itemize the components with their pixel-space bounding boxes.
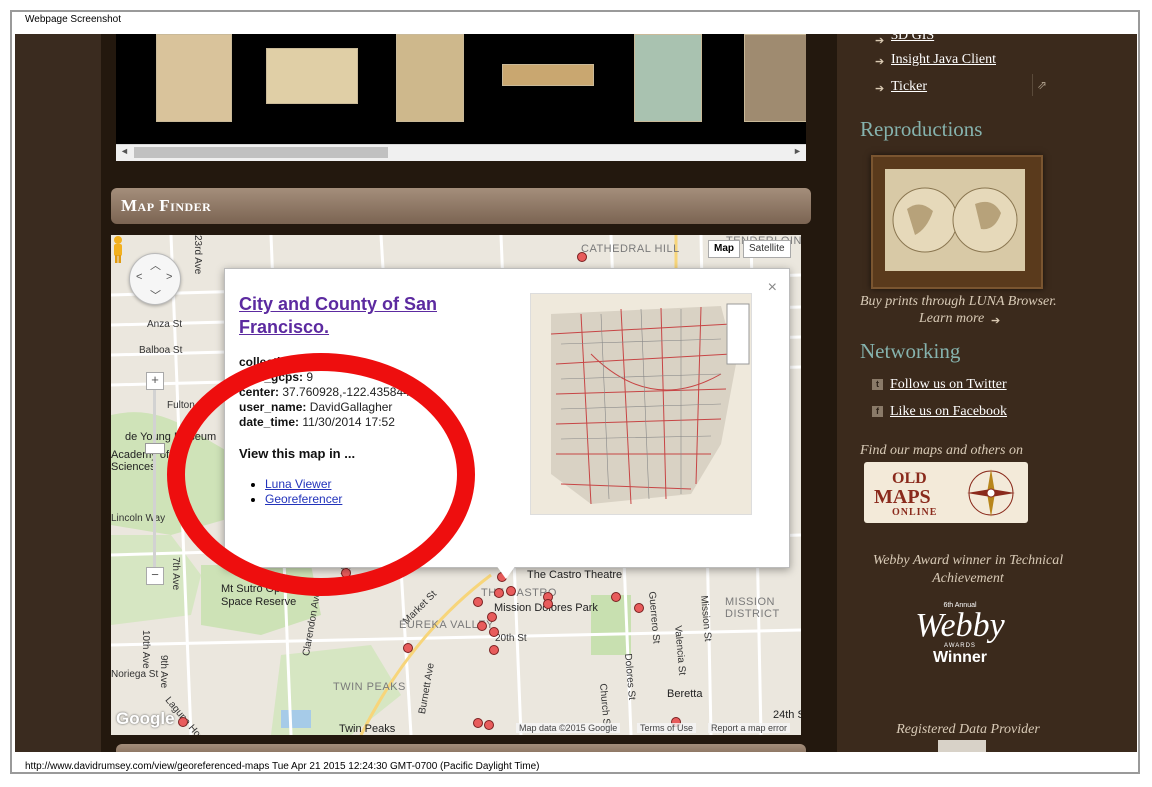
- external-link-icon[interactable]: ⇗: [1037, 78, 1047, 92]
- map-marker[interactable]: [403, 643, 413, 653]
- zoom-slider-handle[interactable]: [145, 443, 165, 454]
- learn-more-arrow-icon: ➔: [991, 315, 1001, 327]
- map-marker[interactable]: [473, 597, 483, 607]
- scrollbar-thumb[interactable]: [134, 147, 388, 158]
- left-margin: [15, 34, 101, 752]
- map-label: Twin Peaks: [339, 723, 396, 735]
- bullet-arrow-icon: ➔: [875, 56, 885, 68]
- gallery-scrollbar[interactable]: ◄ ►: [116, 144, 806, 161]
- webpage: › ◄ ► Map Finder: [15, 34, 1137, 752]
- registered-data-provider-text: Registered Data Provider: [896, 722, 1040, 737]
- webby-caption: Webby Award winner in Technical Achievem…: [872, 553, 1064, 586]
- map-marker[interactable]: [487, 612, 497, 622]
- pan-down-icon[interactable]: ﹀: [150, 287, 161, 303]
- scroll-right-icon[interactable]: ►: [793, 146, 802, 156]
- map-marker[interactable]: [489, 645, 499, 655]
- framed-print-image[interactable]: [871, 155, 1043, 289]
- gallery-thumb[interactable]: [396, 34, 464, 122]
- map-marker[interactable]: [543, 599, 553, 609]
- map-finder-header: Map Finder: [111, 188, 811, 224]
- map-title-link[interactable]: City and County of San Francisco.: [239, 293, 499, 339]
- facebook-icon: f: [872, 406, 883, 417]
- networking-heading: Networking: [860, 339, 961, 363]
- find-maps-text: Find our maps and others on: [860, 443, 1023, 458]
- map-label: Sciences: [111, 461, 156, 473]
- map-marker[interactable]: [494, 588, 504, 598]
- gallery-thumb[interactable]: [266, 48, 358, 104]
- gallery-thumb[interactable]: [634, 34, 702, 122]
- google-logo: Google: [116, 709, 175, 728]
- learn-more-link[interactable]: Learn more: [919, 311, 984, 327]
- zoom-in-button[interactable]: +: [146, 372, 164, 390]
- close-icon[interactable]: ×: [768, 279, 777, 297]
- map-marker[interactable]: [473, 718, 483, 728]
- bullet-arrow-icon: ➔: [875, 35, 885, 47]
- map-label: 20th St: [495, 633, 527, 644]
- map-label: 9th Ave: [158, 655, 169, 689]
- map-marker[interactable]: [178, 717, 188, 727]
- divider: [1032, 74, 1033, 96]
- map-marker[interactable]: [506, 586, 516, 596]
- bullet-arrow-icon: ➔: [875, 83, 885, 95]
- map-label: 24th St: [773, 709, 801, 721]
- map-label: 10th Ave: [140, 630, 151, 669]
- map-label: TWIN PEAKS: [333, 681, 406, 693]
- pan-control[interactable]: ︿ ﹀ < >: [129, 253, 181, 305]
- terms-of-use-link[interactable]: Terms of Use: [637, 723, 697, 733]
- map-label: Balboa St: [139, 345, 183, 356]
- pan-left-icon[interactable]: <: [136, 271, 142, 283]
- next-section-header: [116, 744, 806, 752]
- insight-java-client-link[interactable]: Insight Java Client: [891, 52, 996, 68]
- map-label: MISSION: [725, 596, 775, 608]
- ticker-link[interactable]: Ticker: [891, 79, 927, 95]
- zoom-slider-track[interactable]: [153, 383, 156, 573]
- reproductions-text: Buy prints through LUNA Browser.: [860, 294, 1057, 309]
- map-marker[interactable]: [611, 592, 621, 602]
- map-label: Lincoln Way: [111, 513, 166, 524]
- pan-right-icon[interactable]: >: [166, 271, 172, 283]
- gallery-thumb[interactable]: [744, 34, 806, 122]
- annotation-highlight-ring: [167, 353, 475, 596]
- data-provider-badge: [938, 740, 986, 752]
- map-thumbnail[interactable]: [530, 293, 752, 515]
- map-label: Anza St: [147, 319, 183, 330]
- reproductions-heading: Reproductions: [860, 117, 983, 141]
- window-caption: Webpage Screenshot: [25, 14, 121, 25]
- map-label: The Castro Theatre: [527, 569, 623, 581]
- map-finder-title: Map Finder: [121, 196, 212, 215]
- map-gallery: ›: [116, 34, 806, 144]
- map-marker[interactable]: [484, 720, 494, 730]
- compass-rose-icon: [967, 469, 1015, 517]
- map-label: 7th Ave: [170, 557, 181, 591]
- gallery-thumb[interactable]: [156, 34, 232, 122]
- map-marker[interactable]: [477, 621, 487, 631]
- google-map[interactable]: CATHEDRAL HILL TENDERLOIN 23rd Ave Anza …: [111, 235, 801, 735]
- map-label: 23rd Ave: [192, 235, 203, 275]
- street-view-pegman-icon[interactable]: [111, 235, 125, 263]
- info-window-pointer: [496, 565, 516, 579]
- report-map-error-link[interactable]: Report a map error: [708, 723, 791, 733]
- map-marker[interactable]: [489, 627, 499, 637]
- gallery-thumb[interactable]: [502, 64, 594, 86]
- twitter-icon: t: [872, 379, 883, 390]
- map-label: Space Reserve: [221, 596, 297, 608]
- map-type-map-button[interactable]: Map: [708, 240, 740, 258]
- map-marker[interactable]: [634, 603, 644, 613]
- map-label: CATHEDRAL HILL: [581, 243, 680, 255]
- status-bar-text: http://www.davidrumsey.com/view/georefer…: [25, 761, 540, 772]
- map-label: DISTRICT: [725, 608, 780, 620]
- pan-up-icon[interactable]: ︿: [150, 257, 161, 273]
- old-maps-online-logo[interactable]: OLD MAPS ONLINE: [864, 462, 1028, 523]
- scroll-left-icon[interactable]: ◄: [120, 146, 129, 156]
- map-label: Beretta: [667, 688, 703, 700]
- 3d-gis-link[interactable]: 3D GIS: [891, 34, 934, 44]
- map-type-satellite-button[interactable]: Satellite: [743, 240, 791, 258]
- map-marker[interactable]: [577, 252, 587, 262]
- facebook-link[interactable]: Like us on Facebook: [890, 404, 1007, 420]
- map-data-attribution: Map data ©2015 Google: [516, 723, 621, 733]
- map-label: Noriega St: [111, 669, 159, 680]
- twitter-link[interactable]: Follow us on Twitter: [890, 377, 1007, 393]
- zoom-out-button[interactable]: −: [146, 567, 164, 585]
- webby-award-logo: 6th Annual Webby AWARDS Winner: [915, 602, 1005, 666]
